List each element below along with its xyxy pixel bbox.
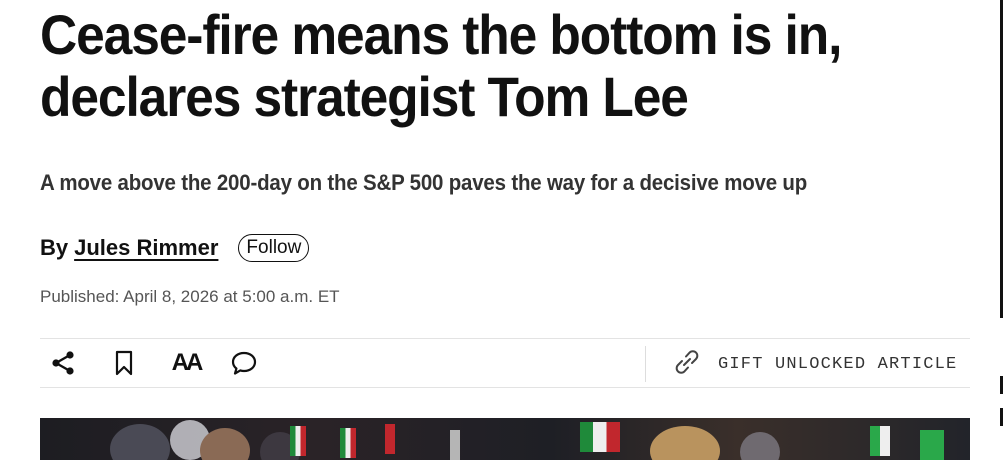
toolbar-divider: [645, 346, 646, 382]
link-icon: [670, 345, 704, 384]
subheadline: A move above the 200-day on the S&P 500 …: [40, 170, 808, 195]
published-date: Published: April 8, 2026 at 5:00 a.m. ET: [40, 287, 340, 306]
gift-label: GIFT UNLOCKED ARTICLE: [718, 354, 958, 374]
text-size-label: AA: [171, 349, 204, 376]
text-size-button[interactable]: AA: [168, 348, 204, 378]
headline: Cease-fire means the bottom is in, decla…: [40, 3, 842, 128]
share-icon[interactable]: [48, 348, 78, 378]
article-toolbar: AA GIFT UNLOCKED ARTICLE: [40, 338, 970, 388]
byline-prefix: By: [40, 235, 69, 260]
author-link[interactable]: Jules Rimmer: [74, 235, 218, 261]
follow-button[interactable]: Follow: [238, 234, 310, 262]
bookmark-icon[interactable]: [109, 348, 139, 378]
gift-article-button[interactable]: GIFT UNLOCKED ARTICLE: [670, 347, 957, 381]
article-page: Cease-fire means the bottom is in, decla…: [0, 0, 1003, 460]
hero-image: [40, 418, 970, 460]
byline: By Jules Rimmer Follow: [40, 234, 310, 262]
comment-icon[interactable]: [229, 348, 259, 378]
